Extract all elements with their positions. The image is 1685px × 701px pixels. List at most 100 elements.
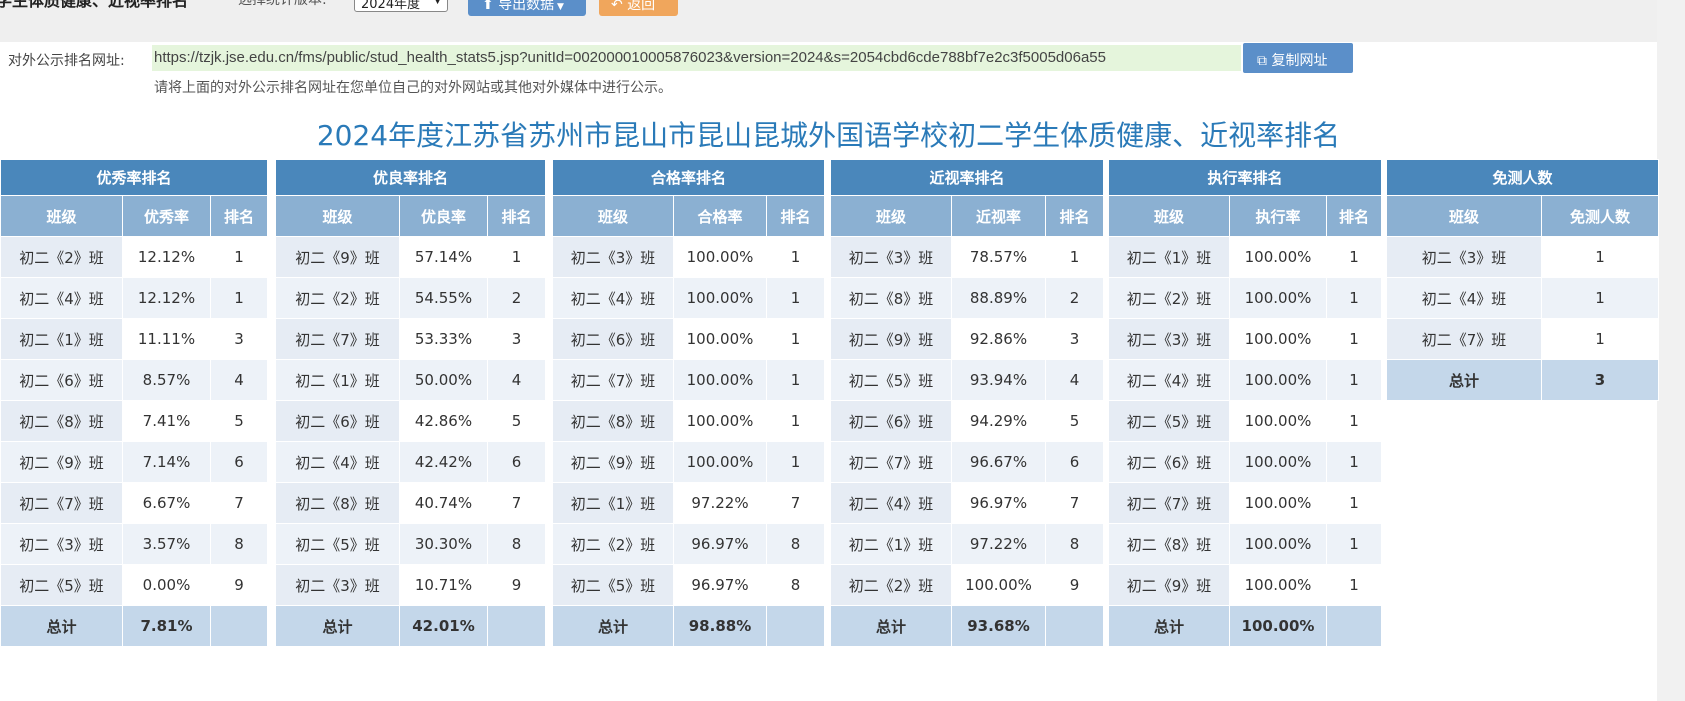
rank-cell: 6 — [486, 441, 547, 483]
rank-cell: 2 — [486, 277, 547, 319]
table-row: 初二《9》班 100.00% 1 — [1108, 564, 1383, 606]
rate-cell: 96.97% — [951, 482, 1046, 524]
table-title: 优良率排名 — [274, 159, 547, 196]
version-label: 选择统计版本: — [238, 0, 327, 8]
rank-cell: 5 — [209, 400, 269, 442]
table-row: 初二《2》班 54.55% 2 — [275, 277, 547, 319]
rate-cell: 3.57% — [122, 523, 211, 565]
rate-cell: 53.33% — [399, 318, 488, 360]
rank-cell: 2 — [1044, 277, 1105, 319]
table-row: 初二《4》班 12.12% 1 — [0, 277, 269, 319]
rate-cell: 30.30% — [399, 523, 488, 565]
column-header: 班级 — [1108, 195, 1230, 237]
rate-cell: 54.55% — [399, 277, 488, 319]
rank-cell: 1 — [1325, 523, 1383, 565]
total-label: 总计 — [552, 605, 674, 647]
version-select[interactable]: 2024年度 ▼ — [354, 0, 448, 12]
class-cell: 初二《9》班 — [275, 236, 400, 278]
rate-cell: 100.00% — [673, 441, 767, 483]
rank-cell: 1 — [1325, 564, 1383, 606]
public-url-field[interactable]: https://tzjk.jse.edu.cn/fms/public/stud_… — [152, 45, 1241, 71]
class-cell: 初二《3》班 — [275, 564, 400, 606]
table-title: 近视率排名 — [829, 159, 1105, 196]
rate-cell: 100.00% — [673, 236, 767, 278]
rank-cell: 3 — [486, 318, 547, 360]
caret-down-icon: ▼ — [434, 0, 441, 6]
total-value: 7.81% — [122, 605, 211, 647]
back-arrow-icon: ↶ — [611, 0, 628, 13]
total-value: 42.01% — [399, 605, 488, 647]
table-title: 执行率排名 — [1107, 159, 1383, 196]
rate-cell: 42.42% — [399, 441, 488, 483]
class-cell: 初二《3》班 — [552, 236, 674, 278]
table-row: 初二《6》班 94.29% 5 — [830, 400, 1105, 442]
table-row: 初二《9》班 92.86% 3 — [830, 318, 1105, 360]
table-row: 初二《8》班 100.00% 1 — [552, 400, 826, 442]
column-header: 排名 — [486, 195, 547, 237]
total-rank — [486, 605, 547, 647]
total-label: 总计 — [1108, 605, 1230, 647]
page-title: 2024年度江苏省苏州市昆山市昆山昆城外国语学校初二学生体质健康、近视率排名 — [316, 119, 1341, 152]
class-cell: 初二《8》班 — [275, 482, 400, 524]
count-cell: 1 — [1540, 318, 1660, 360]
rate-cell: 100.00% — [1229, 277, 1327, 319]
rank-cell: 1 — [1325, 482, 1383, 524]
table-row: 初二《5》班 93.94% 4 — [830, 359, 1105, 401]
copy-url-button[interactable]: ⧉ 复制网址 — [1243, 43, 1353, 73]
rate-cell: 97.22% — [951, 523, 1046, 565]
rate-cell: 100.00% — [673, 359, 767, 401]
rate-cell: 8.57% — [122, 359, 211, 401]
rate-cell: 12.12% — [122, 277, 211, 319]
table-row: 初二《3》班 10.71% 9 — [275, 564, 547, 606]
table-row: 初二《3》班 100.00% 1 — [1108, 318, 1383, 360]
rank-cell: 8 — [486, 523, 547, 565]
class-cell: 初二《9》班 — [830, 318, 952, 360]
table-row: 初二《5》班 100.00% 1 — [1108, 400, 1383, 442]
table-row: 初二《7》班 6.67% 7 — [0, 482, 269, 524]
column-header: 执行率 — [1229, 195, 1327, 237]
table-row: 初二《4》班 96.97% 7 — [830, 482, 1105, 524]
class-cell: 初二《8》班 — [830, 277, 952, 319]
column-header: 排名 — [765, 195, 826, 237]
total-label: 总计 — [0, 605, 123, 647]
page-scrollbar[interactable] — [1657, 0, 1685, 701]
rank-cell: 1 — [1325, 318, 1383, 360]
rank-cell: 1 — [1325, 441, 1383, 483]
export-label: 导出数据 — [498, 0, 555, 13]
rate-cell: 100.00% — [1229, 318, 1327, 360]
rate-cell: 92.86% — [951, 318, 1046, 360]
rate-cell: 100.00% — [673, 277, 767, 319]
table-row: 初二《7》班 53.33% 3 — [275, 318, 547, 360]
class-cell: 初二《2》班 — [275, 277, 400, 319]
rank-cell: 7 — [209, 482, 269, 524]
class-cell: 初二《5》班 — [830, 359, 952, 401]
class-cell: 初二《4》班 — [1386, 277, 1542, 319]
rate-cell: 100.00% — [1229, 359, 1327, 401]
column-header: 优良率 — [399, 195, 488, 237]
class-cell: 初二《9》班 — [1108, 564, 1230, 606]
export-data-button[interactable]: ⬆ 导出数据 ▼ — [468, 0, 586, 16]
total-row: 总计 93.68% — [830, 605, 1105, 647]
rate-cell: 100.00% — [1229, 400, 1327, 442]
public-url-label: 对外公示排名网址: — [8, 53, 125, 69]
class-cell: 初二《7》班 — [1108, 482, 1230, 524]
column-header: 排名 — [209, 195, 269, 237]
good-rate-table: 优良率排名 班级 优良率 排名 初二《9》班 57.14% 1 初二《2》班 54.5… — [274, 159, 547, 647]
rank-cell: 5 — [486, 400, 547, 442]
back-button[interactable]: ↶ 返回 — [599, 0, 678, 16]
count-cell: 1 — [1540, 236, 1660, 278]
column-header: 班级 — [275, 195, 400, 237]
rate-cell: 100.00% — [673, 318, 767, 360]
table-row: 初二《3》班 100.00% 1 — [552, 236, 826, 278]
rate-cell: 57.14% — [399, 236, 488, 278]
rank-cell: 1 — [209, 277, 269, 319]
rate-cell: 88.89% — [951, 277, 1046, 319]
table-row: 初二《6》班 100.00% 1 — [1108, 441, 1383, 483]
column-header: 合格率 — [673, 195, 767, 237]
table-row: 初二《7》班 96.67% 6 — [830, 441, 1105, 483]
class-cell: 初二《7》班 — [0, 482, 123, 524]
version-select-value: 2024年度 — [361, 0, 421, 12]
column-header: 优秀率 — [122, 195, 211, 237]
class-cell: 初二《8》班 — [0, 400, 123, 442]
table-row: 初二《7》班 100.00% 1 — [552, 359, 826, 401]
